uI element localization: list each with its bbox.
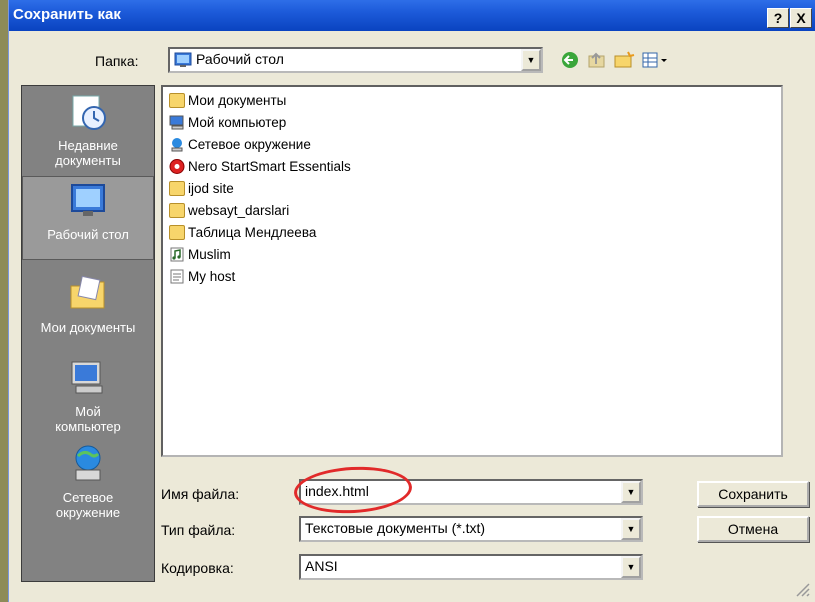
- filename-label: Имя файла:: [161, 486, 240, 502]
- folder-docs-icon: [169, 93, 185, 108]
- new-folder-icon[interactable]: [613, 50, 635, 70]
- folder-icon: [169, 225, 185, 240]
- folder-label: Папка:: [95, 53, 139, 69]
- encoding-select[interactable]: ANSI ▼: [299, 554, 643, 580]
- filetype-label: Тип файла:: [161, 522, 236, 538]
- save-as-dialog: Сохранить как ? X Папка: Рабочий стол ▼: [8, 0, 815, 602]
- list-item[interactable]: Мои документы: [169, 93, 286, 108]
- resize-grip-icon[interactable]: [793, 580, 811, 598]
- text-file-icon: [170, 269, 184, 284]
- file-name: Сетевое окружение: [188, 137, 311, 152]
- list-item[interactable]: Мой компьютер: [169, 115, 286, 130]
- list-item[interactable]: Таблица Мендлеева: [169, 225, 316, 240]
- place-label-my-computer: Мой компьютер: [55, 404, 121, 434]
- place-my-documents[interactable]: Мои документы: [22, 274, 154, 356]
- file-name: Мои документы: [188, 93, 287, 108]
- list-item[interactable]: ijod site: [169, 181, 234, 196]
- file-name: My host: [188, 269, 236, 284]
- place-label-my-documents: Мои документы: [40, 320, 136, 335]
- folder-select[interactable]: Рабочий стол ▼: [168, 47, 543, 73]
- file-name: ijod site: [188, 181, 234, 196]
- list-item[interactable]: Muslim: [169, 247, 231, 262]
- help-button[interactable]: ?: [767, 8, 789, 28]
- title-bar[interactable]: Сохранить как ? X: [9, 0, 815, 31]
- close-button[interactable]: X: [790, 8, 812, 28]
- file-name: Таблица Мендлеева: [188, 225, 317, 240]
- chevron-down-icon[interactable]: ▼: [621, 518, 641, 540]
- desktop-icon: [174, 52, 192, 67]
- list-item[interactable]: Nero StartSmart Essentials: [169, 159, 351, 174]
- places-bar: Недавние документы Рабочий стол Мои доку…: [21, 85, 155, 582]
- back-icon[interactable]: [560, 50, 580, 70]
- nero-icon: [169, 159, 185, 174]
- my-documents-icon: [70, 275, 105, 309]
- folder-value: Рабочий стол: [196, 51, 284, 67]
- filetype-value: Текстовые документы (*.txt): [305, 520, 486, 536]
- highlight-annotation: [292, 463, 414, 517]
- file-name: Мой компьютер: [188, 115, 287, 130]
- file-name: Nero StartSmart Essentials: [188, 159, 351, 174]
- chevron-down-icon[interactable]: ▼: [621, 481, 641, 503]
- place-label-recent: Недавние документы: [55, 138, 121, 168]
- chevron-down-icon[interactable]: ▼: [521, 49, 541, 71]
- file-name: websayt_darslari: [188, 203, 290, 218]
- view-menu-icon[interactable]: [641, 50, 671, 70]
- list-item[interactable]: My host: [169, 269, 235, 284]
- up-folder-icon[interactable]: [587, 50, 607, 70]
- place-my-computer[interactable]: Мой компьютер: [22, 358, 154, 444]
- chevron-down-icon[interactable]: ▼: [621, 556, 641, 578]
- save-button[interactable]: Сохранить: [697, 481, 809, 507]
- place-recent[interactable]: Недавние документы: [22, 92, 154, 174]
- file-name: Muslim: [188, 247, 231, 262]
- network-icon: [75, 445, 101, 481]
- list-item[interactable]: websayt_darslari: [169, 203, 289, 218]
- computer-icon: [169, 115, 184, 130]
- place-label-desktop: Рабочий стол: [47, 227, 129, 242]
- place-label-network: Сетевое окружение: [55, 490, 121, 520]
- folder-icon: [169, 203, 185, 218]
- encoding-label: Кодировка:: [161, 560, 234, 576]
- recent-documents-icon: [72, 95, 106, 130]
- network-icon: [171, 138, 183, 152]
- music-file-icon: [170, 247, 184, 262]
- file-list[interactable]: Мои документы Мой компьютер Сетевое окру…: [161, 85, 783, 457]
- place-desktop[interactable]: Рабочий стол: [22, 176, 154, 260]
- cancel-button[interactable]: Отмена: [697, 516, 809, 542]
- list-item[interactable]: Сетевое окружение: [169, 137, 311, 152]
- my-computer-icon: [71, 361, 103, 394]
- encoding-value: ANSI: [305, 558, 338, 574]
- place-network[interactable]: Сетевое окружение: [22, 444, 154, 530]
- dialog-title: Сохранить как: [13, 6, 121, 23]
- desktop-icon: [71, 184, 105, 216]
- folder-icon: [169, 181, 185, 196]
- filetype-select[interactable]: Текстовые документы (*.txt) ▼: [299, 516, 643, 542]
